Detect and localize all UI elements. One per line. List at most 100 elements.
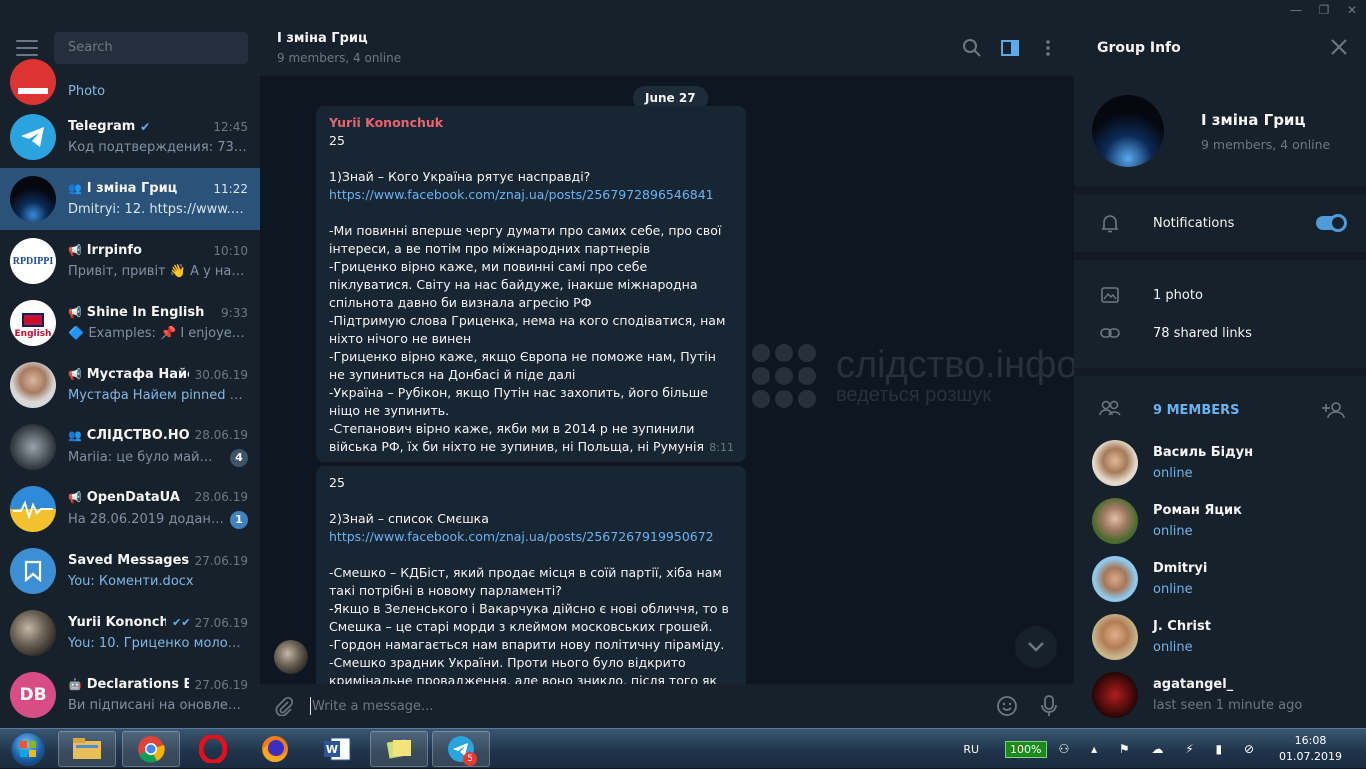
start-button[interactable] xyxy=(3,730,53,768)
message-composer: Write a message... xyxy=(260,684,1074,728)
chat-time: 30.06.19 xyxy=(194,367,248,382)
more-vertical-icon[interactable] xyxy=(1038,38,1058,58)
chat-item-shine-in-english[interactable]: English 📢 Shine In English 9:33 🔷 Examples… xyxy=(0,292,260,354)
message-input[interactable]: Write a message... xyxy=(312,699,996,714)
taskbar-badge: 5 xyxy=(463,752,477,766)
language-indicator[interactable]: RU xyxy=(963,743,979,756)
avatar xyxy=(1092,672,1138,718)
member-item[interactable]: Dmitryi online xyxy=(1074,550,1366,608)
chat-title: І зміна Гриц xyxy=(277,31,368,46)
chat-time: 28.06.19 xyxy=(194,490,248,504)
chat-item-opendataua[interactable]: 📢 OpenDataUA 28.06.19 На 28.06.2019 додано… xyxy=(0,478,260,540)
verified-icon: ✔ xyxy=(140,119,151,134)
sender-avatar[interactable] xyxy=(274,640,308,674)
avatar xyxy=(1092,556,1138,602)
chat-preview: Dmitryi: 12. https://www.face... xyxy=(68,202,248,217)
chat-item-slidstvo[interactable]: 👥 СЛІДСТВО.НО... 28.06.19 Mariia: це було … xyxy=(0,416,260,478)
unread-badge: 1 xyxy=(230,510,248,529)
member-status: online xyxy=(1153,582,1193,597)
chat-item-izmina-hryts[interactable]: 👥 І зміна Гриц 11:22 Dmitryi: 12. https://… xyxy=(0,168,260,230)
minimize-icon[interactable]: — xyxy=(1282,0,1310,20)
message-list[interactable]: слідство.інфо ведеться розшук June 27 Yu… xyxy=(260,76,1074,684)
close-icon[interactable] xyxy=(1330,38,1348,56)
photos-row[interactable]: 1 photo xyxy=(1074,276,1366,314)
microphone-icon[interactable] xyxy=(1040,695,1058,717)
member-item[interactable]: agatangel_ last seen 1 minute ago xyxy=(1074,666,1366,724)
member-name: Василь Бідун xyxy=(1153,445,1254,460)
message-line: 25 xyxy=(329,133,345,148)
attach-icon[interactable] xyxy=(274,696,294,716)
chat-preview: Привіт, привіт 👋 А у нас х... xyxy=(68,264,248,279)
chat-item-photo[interactable]: Photo xyxy=(0,58,260,106)
chat-header[interactable]: І зміна Гриц 9 members, 4 online xyxy=(260,20,1074,76)
member-status: online xyxy=(1153,524,1193,539)
chat-name: Мустафа Найем xyxy=(86,367,189,382)
bell-icon xyxy=(1101,215,1119,233)
message-link[interactable]: https://www.facebook.com/znaj.ua/posts/2… xyxy=(329,529,714,544)
avatar-initials: DB xyxy=(19,685,47,705)
chat-preview: You: Коменти.docx xyxy=(68,574,194,589)
notifications-label: Notifications xyxy=(1153,215,1235,231)
message-line: 2)Знай – список Смєшка xyxy=(329,511,489,526)
taskbar-file-explorer[interactable] xyxy=(58,731,116,767)
battery-indicator[interactable]: 100% xyxy=(1005,740,1047,758)
chat-preview: 🔷 Examples: 📌 I enjoyed ... xyxy=(68,326,248,341)
taskbar-telegram[interactable]: 5 xyxy=(432,731,490,767)
member-item[interactable]: Василь Бідун online xyxy=(1074,434,1366,492)
scroll-down-button[interactable] xyxy=(1015,626,1057,668)
chat-item-yurii[interactable]: Yurii Kononchuk ✔✔27.06.19 You: 10. Грице… xyxy=(0,602,260,664)
sidebar-toggle-icon[interactable] xyxy=(1000,38,1020,58)
avatar xyxy=(10,424,56,470)
emoji-icon[interactable] xyxy=(996,695,1018,717)
member-name: Роман Яцик xyxy=(1153,503,1242,518)
chat-item-saved-messages[interactable]: Saved Messages 27.06.19 You: Коменти.docx xyxy=(0,540,260,602)
member-status: online xyxy=(1153,466,1193,481)
add-member-icon[interactable] xyxy=(1322,401,1346,419)
svg-text:W: W xyxy=(326,743,338,756)
member-item[interactable]: J. Christ online xyxy=(1074,608,1366,666)
chat-time: 27.06.19 xyxy=(194,615,248,630)
member-item[interactable]: Роман Яцик online xyxy=(1074,492,1366,550)
chat-name: OpenDataUA xyxy=(86,489,180,505)
chat-preview: Mariia: це було майже д... xyxy=(68,450,224,465)
channel-icon: 📢 xyxy=(68,368,82,381)
group-avatar-large[interactable] xyxy=(1092,95,1164,167)
clock[interactable]: 16:08 01.07.2019 xyxy=(1279,733,1342,765)
chat-time: 11:22 xyxy=(213,181,248,196)
message-link[interactable]: https://www.facebook.com/znaj.ua/posts/2… xyxy=(329,187,714,202)
chat-name: Yurii Kononchuk xyxy=(68,615,166,630)
firefox-icon xyxy=(262,736,288,763)
links-row[interactable]: 78 shared links xyxy=(1074,314,1366,352)
links-label: 78 shared links xyxy=(1153,325,1252,341)
menu-icon[interactable] xyxy=(16,40,38,56)
maximize-icon[interactable]: ❐ xyxy=(1310,0,1338,20)
taskbar-opera[interactable] xyxy=(184,731,242,767)
taskbar-chrome[interactable] xyxy=(122,731,180,767)
watermark: слідство.інфо ведеться розшук xyxy=(752,344,1074,408)
search-icon[interactable] xyxy=(962,38,982,58)
avatar: DB xyxy=(10,672,56,718)
chat-name: Saved Messages xyxy=(68,553,189,568)
avatar xyxy=(10,610,56,656)
members-count: 9 MEMBERS xyxy=(1153,402,1240,418)
taskbar-sticky-notes[interactable] xyxy=(370,731,428,767)
chat-name: СЛІДСТВО.НО... xyxy=(86,427,189,443)
chat-item-mustafa[interactable]: 📢 Мустафа Найем 30.06.19 Мустафа Найем pin… xyxy=(0,354,260,416)
chat-time: 27.06.19 xyxy=(194,553,248,568)
taskbar-word[interactable]: W xyxy=(308,731,366,767)
chat-item-irrpinfo[interactable]: RPDIPPI 📢 Irrpinfo 10:10 Привіт, привіт 👋 … xyxy=(0,230,260,292)
message-bubble[interactable]: 25 2)Знай – список Смєшка https://www.fa… xyxy=(316,466,746,684)
message-bubble[interactable]: Yurii Kononchuk 25 1)Знай – Кого Україна… xyxy=(316,106,746,462)
taskbar-firefox[interactable] xyxy=(246,731,304,767)
photos-label: 1 photo xyxy=(1153,287,1203,303)
chat-item-telegram[interactable]: Telegram ✔ 12:45 Код подтверждения: 73414.… xyxy=(0,106,260,168)
notifications-row[interactable]: Notifications xyxy=(1074,204,1366,242)
clock-date: 01.07.2019 xyxy=(1279,750,1342,763)
close-window-icon[interactable]: ✕ xyxy=(1338,0,1366,20)
tray-icons[interactable]: ⚇ ▴ ⚑ ☁ ⚡ ▮ ⊘ xyxy=(1059,742,1264,756)
chat-item-declarations-bot[interactable]: DB 🤖 Declarations Bot 27.06.19 Ви підписан… xyxy=(0,664,260,726)
windows-taskbar: W 5 RU 100% ⚇ ▴ ⚑ ☁ ⚡ ▮ ⊘ 16:08 01.07.20… xyxy=(0,728,1366,768)
chat-time: 27.06.19 xyxy=(194,677,248,692)
group-icon: 👥 xyxy=(68,182,82,195)
notifications-toggle[interactable] xyxy=(1316,214,1347,232)
